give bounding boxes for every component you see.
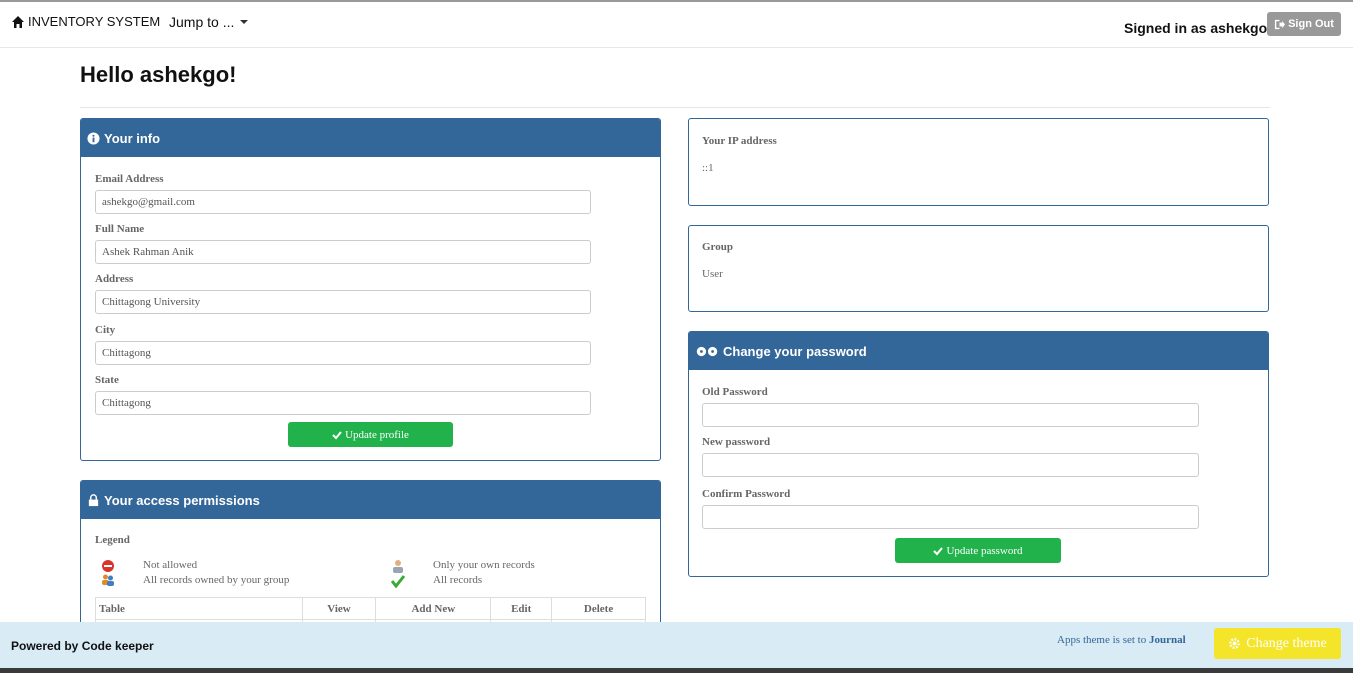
group-panel: Group User (688, 225, 1269, 312)
update-password-label: Update password (946, 544, 1023, 557)
legend-own-records: Only your own records (433, 559, 535, 571)
taskbar (0, 668, 1353, 673)
footer: Powered by Code keeper Apps theme is set… (0, 622, 1353, 668)
access-permissions-panel: Your access permissions Legend Not allow… (80, 480, 661, 630)
state-label: State (95, 374, 119, 386)
sign-out-button[interactable]: Sign Out (1267, 12, 1341, 36)
update-profile-label: Update profile (345, 428, 409, 441)
user-icon (393, 560, 403, 573)
change-password-header: Change your password (689, 332, 1268, 370)
update-profile-button[interactable]: Update profile (288, 422, 453, 447)
divider (80, 107, 1270, 108)
change-theme-button[interactable]: Change theme (1214, 628, 1341, 659)
your-info-title: Your info (104, 130, 161, 146)
home-icon (12, 15, 24, 28)
not-allowed-icon (102, 560, 114, 572)
address-label: Address (95, 273, 134, 285)
info-icon (87, 131, 100, 145)
brand-label: INVENTORY SYSTEM (28, 14, 161, 29)
gear-icon (1229, 638, 1241, 649)
new-password-field[interactable] (702, 453, 1199, 477)
new-password-label: New password (702, 436, 771, 448)
confirm-password-field[interactable] (702, 505, 1199, 529)
update-password-button[interactable]: Update password (895, 538, 1061, 563)
group-label: Group (702, 241, 733, 253)
your-info-panel: Your info Email Address ashekgo@gmail.co… (80, 118, 661, 461)
access-permissions-title: Your access permissions (104, 492, 260, 508)
ip-address-value: ::1 (702, 162, 714, 174)
ip-address-panel: Your IP address ::1 (688, 118, 1269, 206)
powered-by-text: Powered by Code keeper (11, 639, 154, 653)
legend-group-records: All records owned by your group (143, 574, 290, 586)
full-name-field[interactable]: Ashek Rahman Anik (95, 240, 591, 264)
theme-prefix: Apps theme is set to (1057, 634, 1147, 646)
navbar: INVENTORY SYSTEM Jump to ... Signed in a… (0, 0, 1353, 48)
sign-out-icon (1274, 19, 1286, 29)
theme-note: Apps theme is set to Journal (1057, 634, 1186, 646)
column-edit: Edit (490, 597, 553, 620)
old-password-field[interactable] (702, 403, 1199, 427)
sign-out-label: Sign Out (1288, 18, 1334, 30)
full-name-label: Full Name (95, 223, 145, 235)
lock-icon (88, 493, 99, 506)
column-table: Table (95, 597, 303, 620)
address-field[interactable]: Chittagong University (95, 290, 591, 314)
your-info-header: Your info (81, 119, 660, 157)
email-label: Email Address (95, 173, 164, 185)
change-password-title: Change your password (723, 343, 867, 359)
access-permissions-header: Your access permissions (81, 481, 660, 519)
ip-address-label: Your IP address (702, 135, 777, 147)
jump-to-label: Jump to ... (169, 14, 235, 30)
email-field[interactable]: ashekgo@gmail.com (95, 190, 591, 214)
group-icon (102, 574, 114, 586)
check-icon (933, 546, 944, 555)
jump-to-dropdown[interactable]: Jump to ... (169, 14, 249, 30)
asterisk-icon (696, 346, 718, 356)
old-password-label: Old Password (702, 386, 768, 398)
change-theme-label: Change theme (1246, 635, 1327, 651)
change-password-panel: Change your password Old Password New pa… (688, 331, 1269, 577)
confirm-password-label: Confirm Password (702, 488, 791, 500)
legend-not-allowed: Not allowed (143, 559, 198, 571)
column-add-new: Add New (375, 597, 492, 620)
signed-in-text: Signed in as ashekgo (1124, 20, 1268, 36)
checkmark-icon (391, 575, 405, 588)
column-view: View (301, 597, 377, 620)
check-icon (332, 430, 342, 439)
page-title: Hello ashekgo! (80, 62, 237, 87)
table-header-row: Table View Add New Edit Delete (95, 597, 646, 620)
brand-link[interactable]: INVENTORY SYSTEM (11, 14, 160, 29)
legend-all-records: All records (433, 574, 483, 586)
theme-name: Journal (1148, 634, 1186, 646)
group-value: User (702, 268, 723, 280)
column-delete: Delete (551, 597, 646, 620)
city-field[interactable]: Chittagong (95, 341, 591, 365)
legend-label: Legend (95, 534, 130, 546)
state-field[interactable]: Chittagong (95, 391, 591, 415)
caret-down-icon (240, 20, 249, 24)
city-label: City (95, 324, 116, 336)
